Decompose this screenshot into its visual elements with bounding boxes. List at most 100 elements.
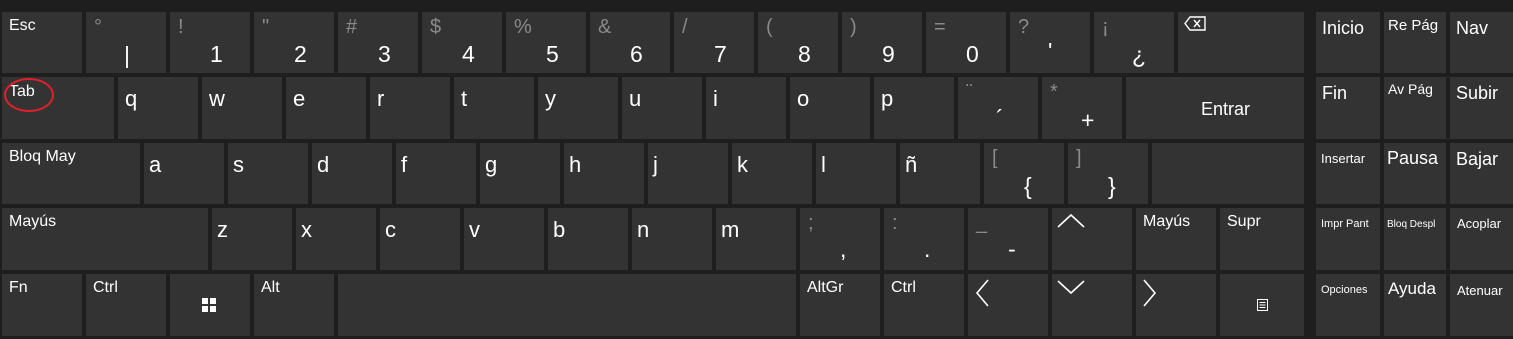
key-label: - xyxy=(1008,236,1016,262)
key-fn[interactable]: Fn xyxy=(2,274,82,336)
key-print-screen[interactable]: Impr Pant xyxy=(1316,208,1380,270)
key-w[interactable]: w xyxy=(202,77,282,139)
key-y[interactable]: y xyxy=(538,77,618,139)
key-inverted-question[interactable]: ¡ ¿ xyxy=(1094,12,1174,73)
key-page-up[interactable]: Re Pág xyxy=(1384,12,1446,73)
key-comma[interactable]: ; , xyxy=(800,208,880,270)
key-r[interactable]: r xyxy=(370,77,450,139)
key-shift-label: [ xyxy=(992,147,998,169)
key-enter[interactable]: Entrar xyxy=(1126,77,1304,139)
key-pipe[interactable]: ° | xyxy=(86,12,166,73)
key-ctrl-right[interactable]: Ctrl xyxy=(884,274,964,336)
key-t[interactable]: t xyxy=(454,77,534,139)
key-scroll-lock[interactable]: Bloq Despl xyxy=(1384,208,1446,270)
key-q[interactable]: q xyxy=(118,77,198,139)
key-windows[interactable] xyxy=(170,274,250,336)
key-menu[interactable] xyxy=(1220,274,1304,336)
key-arrow-right[interactable] xyxy=(1136,274,1216,336)
key-shift-right[interactable]: Mayús xyxy=(1136,208,1216,270)
key-h[interactable]: h xyxy=(564,143,644,204)
key-v[interactable]: v xyxy=(464,208,544,270)
key-arrow-down[interactable] xyxy=(1052,274,1132,336)
key-plus[interactable]: * + xyxy=(1042,77,1122,139)
key-label: Bajar xyxy=(1456,149,1499,169)
key-shift-left[interactable]: Mayús xyxy=(2,208,208,270)
key-label: o xyxy=(797,86,810,111)
key-ctrl-left[interactable]: Ctrl xyxy=(86,274,166,336)
key-period[interactable]: : . xyxy=(884,208,964,270)
key-backspace[interactable] xyxy=(1178,12,1304,73)
key-arrow-up[interactable] xyxy=(1052,208,1132,270)
key-2[interactable]: " 2 xyxy=(254,12,334,73)
key-f[interactable]: f xyxy=(396,143,476,204)
key-k[interactable]: k xyxy=(732,143,812,204)
key-caps-lock[interactable]: Bloq May xyxy=(2,143,140,204)
key-pause[interactable]: Pausa xyxy=(1384,143,1446,204)
key-g[interactable]: g xyxy=(480,143,560,204)
key-options[interactable]: Opciones xyxy=(1316,274,1380,336)
key-u[interactable]: u xyxy=(622,77,702,139)
key-nav[interactable]: Nav xyxy=(1450,12,1513,73)
key-x[interactable]: x xyxy=(296,208,376,270)
key-right-brace[interactable]: ] } xyxy=(1068,143,1148,204)
key-5[interactable]: % 5 xyxy=(506,12,586,73)
key-esc[interactable]: Esc xyxy=(2,12,82,73)
key-minus[interactable]: _ - xyxy=(968,208,1048,270)
key-3[interactable]: # 3 xyxy=(338,12,418,73)
key-page-down[interactable]: Av Pág xyxy=(1384,77,1446,139)
key-z[interactable]: z xyxy=(212,208,292,270)
key-arrow-left[interactable] xyxy=(968,274,1048,336)
key-1[interactable]: ! 1 xyxy=(170,12,250,73)
highlight-circle xyxy=(4,78,54,112)
key-delete[interactable]: Supr xyxy=(1220,208,1304,270)
key-8[interactable]: ( 8 xyxy=(758,12,838,73)
key-enter-lower[interactable] xyxy=(1152,143,1304,204)
key-l[interactable]: l xyxy=(816,143,896,204)
key-i[interactable]: i xyxy=(706,77,786,139)
key-label: Ctrl xyxy=(93,279,118,296)
key-s[interactable]: s xyxy=(228,143,308,204)
key-label: } xyxy=(1108,173,1116,199)
key-label: p xyxy=(881,86,894,111)
key-help[interactable]: Ayuda xyxy=(1384,274,1446,336)
key-e[interactable]: e xyxy=(286,77,366,139)
key-label: l xyxy=(821,152,826,177)
key-shift-label: $ xyxy=(430,16,442,38)
key-alt[interactable]: Alt xyxy=(254,274,334,336)
key-o[interactable]: o xyxy=(790,77,870,139)
key-end[interactable]: Fin xyxy=(1316,77,1380,139)
key-move-up[interactable]: Subir xyxy=(1450,77,1513,139)
key-4[interactable]: $ 4 xyxy=(422,12,502,73)
key-shift-label: ? xyxy=(1018,16,1030,38)
key-a[interactable]: a xyxy=(144,143,224,204)
key-6[interactable]: & 6 xyxy=(590,12,670,73)
key-dock[interactable]: Acoplar xyxy=(1450,208,1513,270)
key-space[interactable] xyxy=(338,274,796,336)
key-j[interactable]: j xyxy=(648,143,728,204)
key-n-tilde[interactable]: ñ xyxy=(900,143,980,204)
key-shift-label: = xyxy=(934,16,946,38)
key-apostrophe[interactable]: ? ' xyxy=(1010,12,1090,73)
key-move-down[interactable]: Bajar xyxy=(1450,143,1513,204)
key-tab[interactable]: Tab xyxy=(2,77,114,139)
arrow-left-icon xyxy=(974,278,990,308)
key-0[interactable]: = 0 xyxy=(926,12,1006,73)
key-home[interactable]: Inicio xyxy=(1316,12,1380,73)
key-label: Ayuda xyxy=(1388,279,1436,298)
key-left-brace[interactable]: [ { xyxy=(984,143,1064,204)
key-c[interactable]: c xyxy=(380,208,460,270)
key-b[interactable]: b xyxy=(548,208,628,270)
key-7[interactable]: / 7 xyxy=(674,12,754,73)
key-d[interactable]: d xyxy=(312,143,392,204)
key-label: Bloq Despl xyxy=(1387,219,1436,230)
key-label: ñ xyxy=(905,152,918,177)
key-p[interactable]: p xyxy=(874,77,954,139)
key-n[interactable]: n xyxy=(632,208,712,270)
key-m[interactable]: m xyxy=(716,208,796,270)
key-altgr[interactable]: AltGr xyxy=(800,274,880,336)
key-fade[interactable]: Atenuar xyxy=(1450,274,1513,336)
key-acute[interactable]: ¨ ´ xyxy=(958,77,1038,139)
key-insert[interactable]: Insertar xyxy=(1316,143,1380,204)
key-9[interactable]: ) 9 xyxy=(842,12,922,73)
key-label: Opciones xyxy=(1321,284,1368,296)
